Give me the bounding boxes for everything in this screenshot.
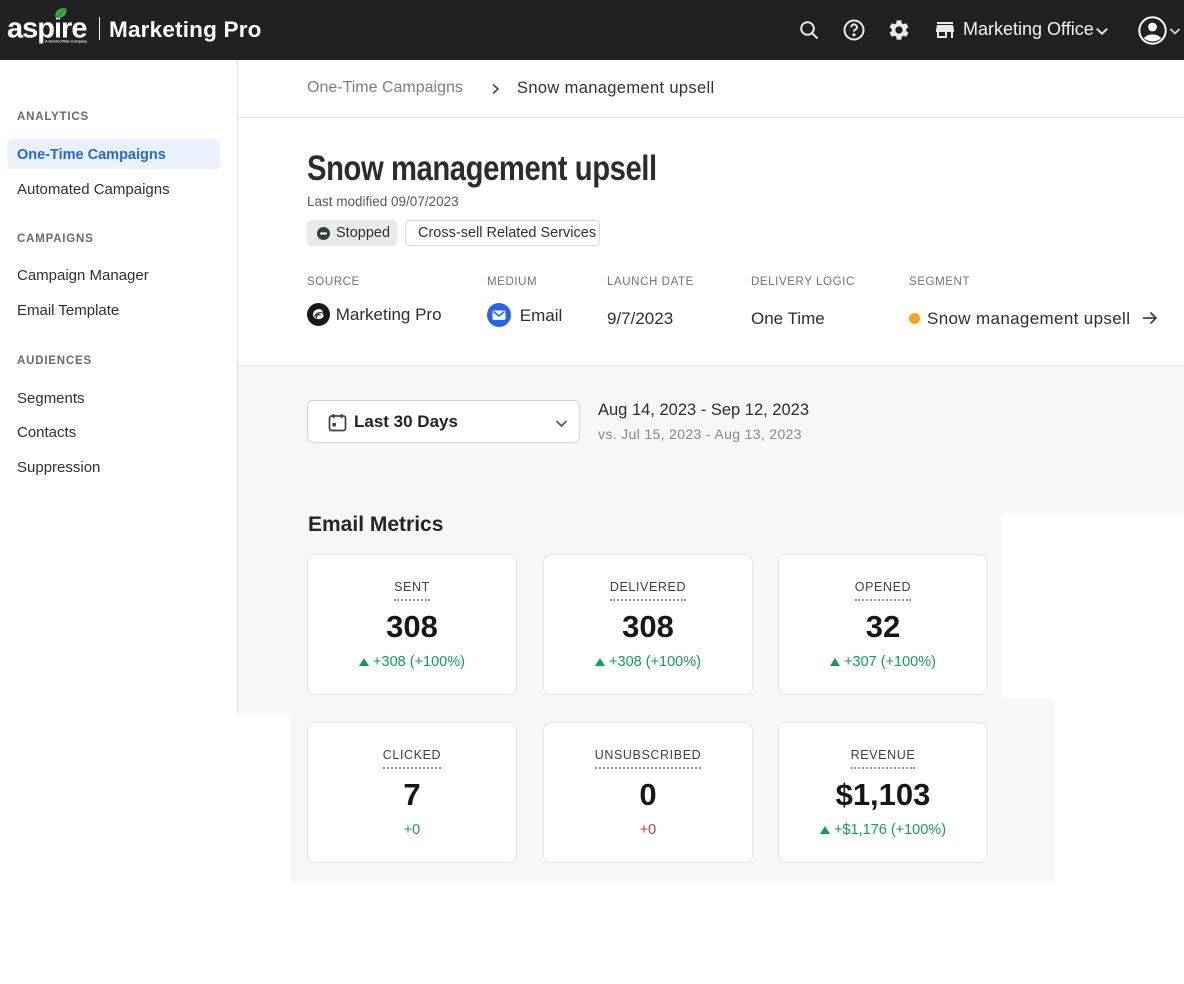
svg-text:A ServiceTitan Company: A ServiceTitan Company <box>45 40 87 44</box>
